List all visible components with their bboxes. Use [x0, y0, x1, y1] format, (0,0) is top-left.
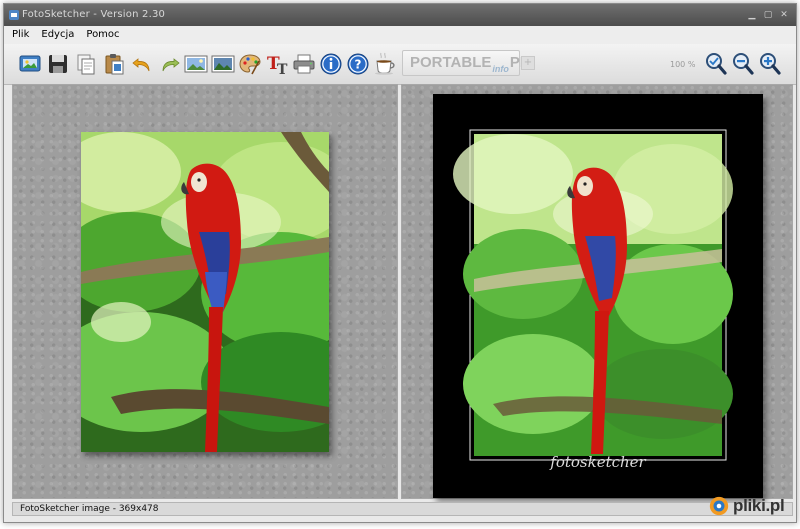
help-icon: ?	[347, 53, 369, 75]
copy-button[interactable]	[74, 51, 98, 77]
close-icon[interactable]: ✕	[778, 9, 790, 21]
zoom-fit-button[interactable]	[704, 51, 728, 77]
zoom-in-icon	[760, 53, 781, 75]
palette-button[interactable]	[238, 51, 262, 77]
save-icon	[49, 55, 67, 73]
after-image-icon	[211, 55, 235, 73]
portable-word: PORTABLE	[410, 54, 492, 71]
help-button[interactable]: ?	[346, 51, 370, 77]
open-image-icon	[19, 55, 41, 72]
menu-plik[interactable]: Plik	[8, 26, 33, 44]
text-button[interactable]: TT	[266, 51, 290, 77]
status-bar: FotoSketcher image - 369x478	[12, 502, 793, 516]
info-icon	[320, 53, 342, 75]
text-icon: TT	[267, 54, 288, 76]
redo-button[interactable]	[158, 51, 182, 77]
status-text: FotoSketcher image - 369x478	[20, 504, 159, 514]
pliki-logo-icon	[709, 496, 729, 516]
pliki-text: pliki.pl	[733, 496, 785, 515]
donate-button[interactable]	[373, 51, 397, 77]
sketch-result-panel[interactable]: fotosketcher	[401, 84, 793, 499]
original-photo	[81, 132, 329, 452]
zoom-out-icon	[733, 53, 754, 75]
before-image-icon	[184, 55, 208, 73]
window-title: FotoSketcher - Version 2.30	[22, 9, 166, 20]
minimize-icon[interactable]: ▁	[746, 9, 758, 21]
zoom-in-button[interactable]	[758, 51, 782, 77]
pliki-watermark: pliki.pl	[708, 488, 800, 524]
toolbar: TT ? PORTABLEinfoPL + 100 %	[4, 44, 796, 85]
menu-edycja[interactable]: Edycja	[37, 26, 78, 44]
about-button[interactable]	[319, 51, 343, 77]
original-image-button[interactable]	[184, 51, 208, 77]
print-button[interactable]	[292, 51, 316, 77]
undo-icon	[132, 58, 150, 72]
brand-expand-icon[interactable]: +	[521, 56, 535, 70]
sketch-result-frame	[433, 94, 763, 498]
app-icon	[9, 10, 19, 20]
coffee-icon	[375, 52, 395, 75]
menu-pomoc[interactable]: Pomoc	[82, 26, 123, 44]
portable-info-word: info	[492, 64, 509, 74]
portable-brand-logo[interactable]: PORTABLEinfoPL	[402, 50, 529, 76]
title-bar[interactable]: FotoSketcher - Version 2.30 ▁ ▢ ✕	[4, 4, 796, 26]
copy-icon	[77, 54, 95, 75]
menu-bar: Plik Edycja Pomoc	[4, 26, 796, 44]
save-button[interactable]	[46, 51, 70, 77]
undo-button[interactable]	[130, 51, 154, 77]
window-controls: ▁ ▢ ✕	[746, 4, 790, 26]
zoom-out-button[interactable]	[731, 51, 755, 77]
paste-button[interactable]	[102, 51, 126, 77]
zoom-level: 100 %	[670, 60, 696, 69]
zoom-fit-icon	[706, 53, 727, 75]
paste-icon	[105, 54, 124, 75]
palette-icon	[239, 54, 261, 75]
sketch-image-button[interactable]	[211, 51, 235, 77]
app-window: FotoSketcher - Version 2.30 ▁ ▢ ✕ Plik Ed…	[3, 3, 797, 523]
svg-text:T: T	[277, 62, 288, 76]
svg-text:?: ?	[355, 58, 362, 72]
maximize-icon[interactable]: ▢	[762, 9, 774, 21]
original-image-panel[interactable]	[12, 84, 398, 499]
open-image-button[interactable]	[18, 51, 42, 77]
redo-icon	[162, 58, 180, 72]
print-icon	[293, 54, 315, 74]
sketch-caption: fotosketcher	[550, 453, 646, 471]
